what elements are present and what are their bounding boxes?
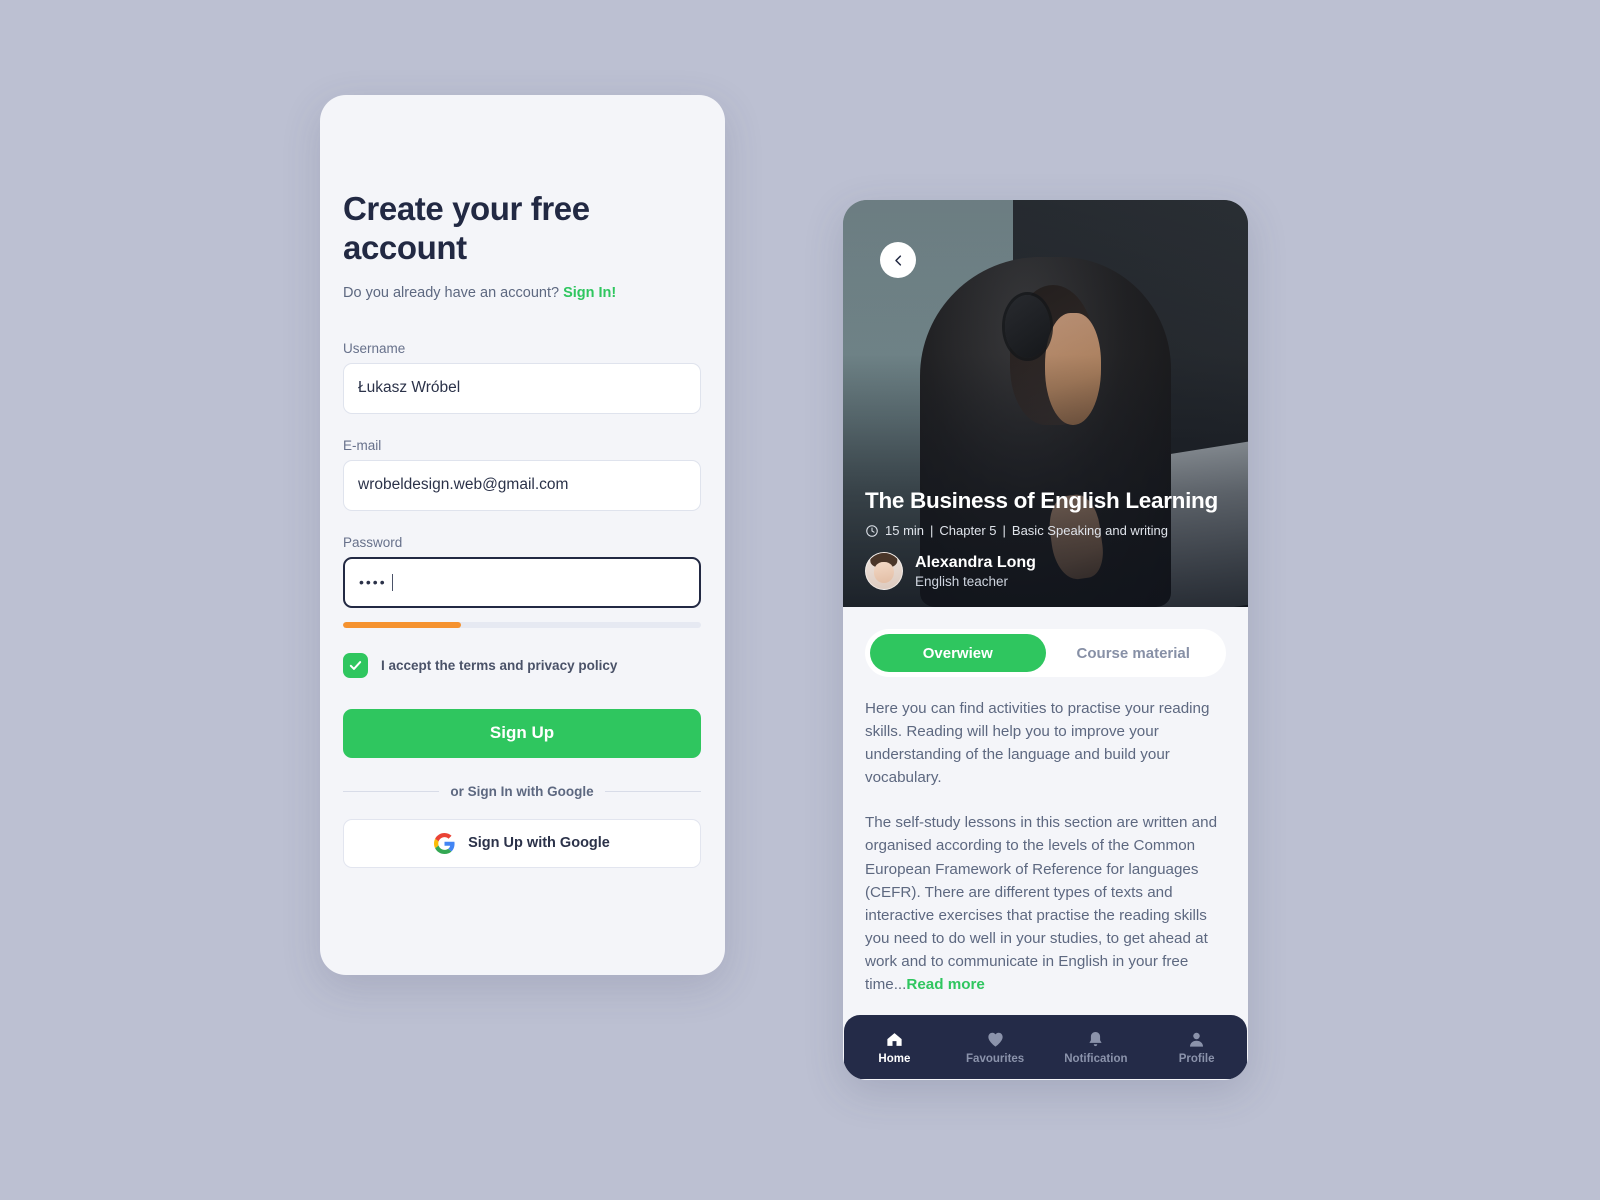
meta-separator-1: |	[930, 523, 934, 538]
clock-icon	[866, 524, 878, 537]
divider-text: or Sign In with Google	[450, 783, 594, 799]
username-label: Username	[343, 340, 406, 356]
description-paragraph: The self-study lessons in this section a…	[865, 811, 1226, 996]
nav-item-notification[interactable]: Notification	[1046, 1030, 1147, 1065]
heart-icon	[988, 1032, 1003, 1047]
course-card: The Business of English Learning 15 min …	[843, 200, 1248, 1080]
tab-overview[interactable]: Overwiew	[870, 634, 1046, 672]
teacher-avatar	[865, 552, 903, 590]
bottom-navigation: Home Favourites Notification Profile	[844, 1015, 1247, 1079]
course-meta: 15 min | Chapter 5 | Basic Speaking and …	[865, 523, 1228, 538]
email-label: E-mail	[343, 437, 382, 453]
divider-line-right	[604, 790, 701, 792]
teacher-name: Alexandra Long	[915, 553, 1036, 571]
back-button[interactable]	[880, 242, 916, 278]
description-paragraph: Here you can find activities to practise…	[865, 700, 1210, 787]
nav-label-notification: Notification	[1064, 1052, 1128, 1065]
nav-item-home[interactable]: Home	[844, 1030, 945, 1065]
teacher-row: Alexandra Long English teacher	[865, 552, 1228, 590]
email-field-group: E-mail wrobeldesign.web@gmail.com	[343, 438, 702, 511]
hero-text-block: The Business of English Learning 15 min …	[865, 488, 1228, 590]
signin-link[interactable]: Sign In!	[563, 285, 616, 301]
course-hero-image: The Business of English Learning 15 min …	[843, 200, 1248, 607]
nav-label-home: Home	[878, 1052, 911, 1065]
home-icon	[887, 1032, 902, 1046]
nav-item-favourites[interactable]: Favourites	[945, 1030, 1046, 1065]
description-paragraph-text: The self-study lessons in this section a…	[865, 814, 1218, 994]
password-strength-track	[343, 621, 701, 628]
avatar-face	[873, 562, 895, 584]
nav-item-profile[interactable]: Profile	[1146, 1030, 1247, 1065]
page-title: Create your free account	[343, 190, 590, 266]
course-chapter: Chapter 5	[939, 523, 997, 538]
signup-card: Create your free account Do you already …	[320, 95, 725, 975]
terms-row[interactable]: I accept the terms and privacy policy	[343, 652, 702, 678]
teacher-role: English teacher	[915, 573, 1009, 589]
google-signup-label: Sign Up with Google	[468, 835, 610, 852]
chevron-left-icon	[894, 254, 901, 266]
password-label: Password	[343, 534, 403, 550]
teacher-info: Alexandra Long English teacher	[915, 554, 1036, 589]
password-input[interactable]: ••••	[343, 556, 701, 608]
password-masked-value: ••••	[359, 574, 387, 591]
signup-button[interactable]: Sign Up	[343, 708, 701, 758]
course-description: Here you can find activities to practise…	[865, 697, 1226, 1015]
have-account-text: Do you already have an account?	[343, 284, 560, 301]
read-more-link[interactable]: Read more	[906, 976, 985, 993]
email-input[interactable]: wrobeldesign.web@gmail.com	[343, 459, 701, 511]
username-input[interactable]: Łukasz Wróbel	[343, 362, 701, 414]
person-icon	[1190, 1032, 1204, 1047]
google-signup-button[interactable]: Sign Up with Google	[343, 818, 701, 868]
text-caret	[391, 573, 394, 591]
password-field-group: Password ••••	[343, 535, 702, 608]
nav-label-profile: Profile	[1178, 1052, 1215, 1065]
tab-course-material[interactable]: Course material	[1046, 634, 1222, 672]
check-icon	[349, 660, 362, 670]
have-account-line: Do you already have an account? Sign In!	[343, 285, 702, 301]
terms-label: I accept the terms and privacy policy	[381, 657, 618, 673]
divider-line-left	[343, 790, 440, 792]
google-icon	[434, 832, 455, 854]
course-duration: 15 min	[885, 523, 925, 538]
course-title: The Business of English Learning	[865, 488, 1218, 513]
meta-separator-2: |	[1002, 523, 1006, 538]
username-field-group: Username Łukasz Wróbel	[343, 341, 702, 414]
course-tabs: Overwiew Course material	[865, 629, 1226, 677]
bell-icon	[1089, 1031, 1102, 1046]
password-strength-fill	[343, 621, 462, 628]
course-level: Basic Speaking and writing	[1011, 523, 1168, 538]
divider-row: or Sign In with Google	[343, 784, 701, 799]
nav-label-favourites: Favourites	[966, 1052, 1025, 1065]
terms-checkbox[interactable]	[343, 652, 368, 678]
